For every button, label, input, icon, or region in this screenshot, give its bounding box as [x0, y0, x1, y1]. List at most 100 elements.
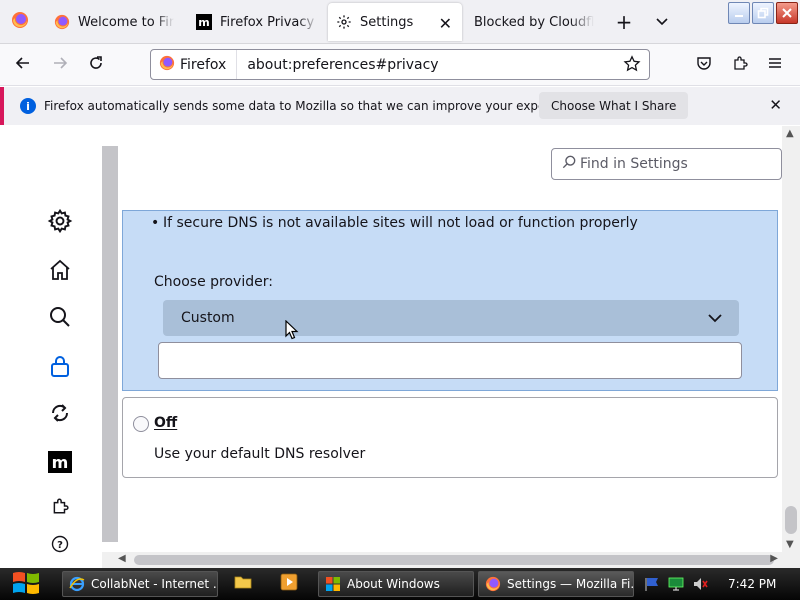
puzzle-icon [51, 497, 69, 519]
close-window-button[interactable] [776, 2, 798, 24]
address-bar[interactable]: Firefox about:preferences#privacy [150, 49, 650, 80]
sidebar-item-sync[interactable] [46, 401, 74, 429]
sidebar-item-more-from-mozilla[interactable]: m [46, 450, 74, 478]
lock-icon [48, 354, 72, 382]
scroll-down-arrow[interactable]: ▼ [786, 539, 794, 550]
app-menu-button[interactable] [762, 53, 788, 77]
taskbar-item-label: CollabNet - Internet ... [91, 577, 218, 591]
windows-taskbar: CollabNet - Internet ... About Windows S… [0, 568, 800, 600]
tab-privacy-notice[interactable]: m Firefox Privacy Notice [186, 0, 318, 44]
extensions-button[interactable] [727, 53, 753, 77]
volume-muted-icon[interactable] [692, 576, 708, 592]
arrow-left-icon [15, 55, 31, 75]
network-icon[interactable] [668, 576, 684, 592]
sidebar-item-privacy[interactable] [46, 354, 74, 382]
taskbar-item-about-windows[interactable]: About Windows [318, 571, 474, 597]
minimize-button[interactable] [728, 2, 750, 24]
taskbar-item-firefox[interactable]: Settings — Mozilla Fi... [478, 571, 634, 597]
chevron-down-icon [655, 13, 669, 32]
scroll-up-arrow[interactable]: ▲ [786, 128, 794, 139]
sync-icon [48, 401, 72, 429]
choose-what-i-share-button[interactable]: Choose What I Share [539, 92, 689, 119]
tab-strip: Welcome to Firefox m Firefox Privacy Not… [0, 0, 800, 44]
notification-close-button[interactable]: ✕ [769, 96, 782, 114]
search-placeholder: Find in Settings [580, 156, 688, 172]
search-icon [562, 155, 576, 173]
mozilla-icon: m [48, 451, 72, 477]
tab-title: Settings [360, 14, 414, 30]
pocket-icon [696, 55, 712, 75]
tab-cloudflare[interactable]: Blocked by Cloudflare [472, 0, 602, 44]
identity-label: Firefox [180, 56, 227, 73]
ie-icon [69, 576, 85, 592]
tab-welcome[interactable]: Welcome to Firefox [44, 0, 176, 44]
pocket-button[interactable] [691, 53, 717, 77]
firefox-icon [159, 55, 175, 75]
quick-launch-explorer[interactable] [234, 574, 252, 592]
sidebar-item-support[interactable]: ? [46, 532, 74, 560]
doh-warning-bullet: If secure DNS is not available sites wil… [151, 215, 638, 231]
taskbar-item-label: About Windows [347, 577, 440, 591]
info-icon: i [20, 98, 36, 114]
tab-title: Firefox Privacy Notice [220, 14, 318, 30]
tab-settings[interactable]: Settings ✕ [328, 3, 462, 41]
data-reporting-notification: i Firefox automatically sends some data … [0, 87, 800, 125]
language-flag-icon[interactable] [644, 576, 660, 592]
list-all-tabs-button[interactable] [652, 12, 672, 32]
provider-selected-value: Custom [181, 310, 235, 326]
sidebar-item-extensions[interactable] [46, 494, 74, 522]
mozilla-icon: m [196, 14, 212, 30]
gear-icon [47, 208, 73, 238]
off-option-description: Use your default DNS resolver [154, 446, 366, 462]
firefox-icon [485, 576, 501, 592]
horizontal-scrollbar[interactable]: ◀ ▶ [102, 552, 800, 568]
scrollbar-thumb[interactable] [134, 555, 774, 565]
dns-off-option-card[interactable]: Off Use your default DNS resolver [122, 397, 778, 478]
reload-icon [88, 55, 104, 75]
mouse-pointer-icon [285, 319, 299, 340]
restore-button[interactable] [752, 2, 774, 24]
vertical-scrollbar[interactable]: ▲ ▼ [782, 126, 800, 552]
tab-close-button[interactable]: ✕ [439, 14, 452, 33]
scroll-left-arrow[interactable]: ◀ [118, 553, 126, 564]
find-in-settings-input[interactable]: Find in Settings [551, 148, 782, 180]
reload-button[interactable] [83, 53, 109, 77]
sidebar-item-search[interactable] [46, 305, 74, 333]
sidebar-item-general[interactable] [46, 208, 74, 238]
folder-icon [234, 574, 252, 593]
media-player-icon [280, 573, 298, 594]
url-text[interactable]: about:preferences#privacy [237, 57, 438, 73]
puzzle-icon [732, 55, 748, 75]
taskbar-item-label: Settings — Mozilla Fi... [507, 577, 634, 591]
off-option-label[interactable]: Off [154, 415, 177, 431]
settings-page: m ? Find in Settings If secure DNS is no… [0, 126, 800, 568]
taskbar-item-ie[interactable]: CollabNet - Internet ... [62, 571, 218, 597]
arrow-right-icon [52, 55, 68, 75]
dns-over-https-max-protection-card: If secure DNS is not available sites wil… [122, 210, 778, 391]
gear-icon [336, 14, 352, 30]
sidebar-scrollbar[interactable] [102, 146, 118, 542]
quick-launch-media-player[interactable] [280, 573, 298, 594]
search-icon [48, 305, 72, 333]
window-controls [726, 0, 800, 26]
system-clock[interactable]: 7:42 PM [728, 577, 776, 591]
svg-text:?: ? [57, 540, 63, 551]
identity-box[interactable]: Firefox [151, 50, 238, 79]
off-radio-button[interactable] [133, 416, 149, 432]
custom-doh-url-input[interactable] [158, 342, 742, 379]
start-button[interactable] [8, 570, 44, 598]
forward-button[interactable] [47, 53, 73, 77]
provider-select[interactable]: Custom [163, 300, 739, 336]
tab-title: Blocked by Cloudflare [474, 14, 594, 30]
sidebar-item-home[interactable] [46, 258, 74, 286]
firefox-view-button[interactable] [0, 0, 40, 44]
svg-text:m: m [52, 453, 69, 472]
back-button[interactable] [10, 53, 36, 77]
bookmark-star-icon[interactable] [623, 55, 641, 77]
scroll-right-arrow[interactable]: ▶ [770, 553, 778, 564]
new-tab-button[interactable]: + [612, 10, 636, 34]
windows-icon [325, 576, 341, 592]
help-icon: ? [51, 535, 69, 557]
scrollbar-thumb[interactable] [785, 506, 797, 534]
windows-logo-icon [11, 570, 41, 599]
